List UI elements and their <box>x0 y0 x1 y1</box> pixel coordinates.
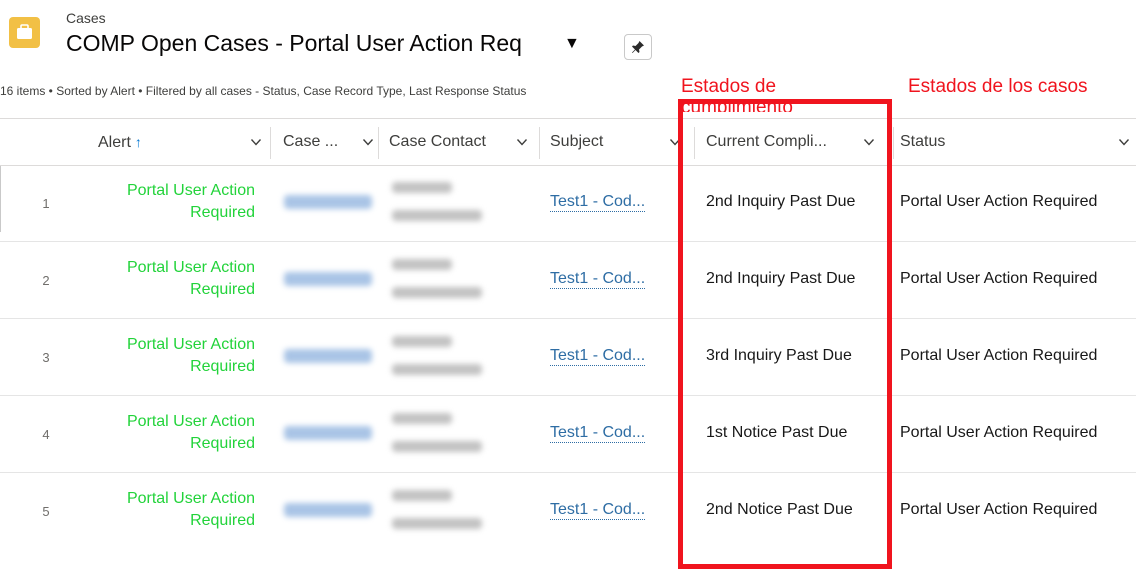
case-number-redacted <box>284 272 372 286</box>
column-header-status[interactable]: Status <box>900 119 1132 166</box>
compliance-state: 1st Notice Past Due <box>706 424 848 441</box>
column-label-alert: Alert <box>98 134 131 151</box>
case-contact-redacted <box>392 182 452 193</box>
case-status: Portal User Action Required <box>900 424 1098 441</box>
column-label-subject: Subject <box>550 133 604 150</box>
table-row[interactable]: 1 Portal User Action Required Test1 - Co… <box>0 165 1136 242</box>
column-label-case-number: Case ... <box>283 133 339 150</box>
alert-badge: Portal User Action Required <box>126 259 255 298</box>
subject-link[interactable]: Test1 - Cod... <box>550 269 646 289</box>
column-divider <box>694 127 695 159</box>
sort-ascending-icon: ↑ <box>134 134 142 150</box>
case-contact-redacted <box>392 336 452 347</box>
list-view-meta: 16 items • Sorted by Alert • Filtered by… <box>0 84 527 98</box>
data-table: Alert ↑ Case ... Case Contact Subject Cur… <box>0 118 1136 550</box>
compliance-state: 2nd Inquiry Past Due <box>706 193 856 210</box>
column-label-current-compliance: Current Compli... <box>706 133 827 150</box>
row-number: 2 <box>42 273 50 288</box>
case-number-redacted <box>284 503 372 517</box>
chevron-down-icon[interactable] <box>250 136 262 148</box>
column-header-subject[interactable]: Subject <box>550 119 685 166</box>
row-number: 5 <box>42 504 50 519</box>
subject-link[interactable]: Test1 - Cod... <box>550 500 646 520</box>
column-label-status: Status <box>900 133 946 150</box>
case-contact-redacted <box>392 259 452 270</box>
case-number-redacted <box>284 426 372 440</box>
table-row[interactable]: 4 Portal User Action Required Test1 - Co… <box>0 396 1136 473</box>
table-row[interactable]: 5 Portal User Action Required Test1 - Co… <box>0 473 1136 550</box>
alert-badge: Portal User Action Required <box>126 490 255 529</box>
column-header-case-number[interactable]: Case ... <box>283 119 375 166</box>
case-number-redacted <box>284 195 372 209</box>
column-divider <box>378 127 379 159</box>
row-number: 1 <box>42 196 50 211</box>
compliance-state: 2nd Notice Past Due <box>706 501 853 518</box>
alert-badge: Portal User Action Required <box>126 413 255 452</box>
pin-button[interactable] <box>624 34 652 60</box>
case-status: Portal User Action Required <box>900 270 1098 287</box>
subject-link[interactable]: Test1 - Cod... <box>550 423 646 443</box>
table-row[interactable]: 3 Portal User Action Required Test1 - Co… <box>0 319 1136 396</box>
case-contact-redacted <box>392 287 482 298</box>
column-divider <box>539 127 540 159</box>
pin-icon <box>632 41 644 53</box>
breadcrumb[interactable]: Cases <box>66 10 106 26</box>
row-number: 4 <box>42 427 50 442</box>
page-title: COMP Open Cases - Portal User Action Req <box>66 30 522 56</box>
case-contact-redacted <box>392 518 482 529</box>
chevron-down-icon[interactable] <box>1118 136 1130 148</box>
case-contact-redacted <box>392 210 482 221</box>
chevron-down-icon[interactable] <box>516 136 528 148</box>
case-status: Portal User Action Required <box>900 193 1098 210</box>
chevron-down-icon[interactable] <box>362 136 374 148</box>
table-header: Alert ↑ Case ... Case Contact Subject Cur… <box>0 118 1136 166</box>
list-view-switcher[interactable]: ▼ <box>564 35 580 53</box>
annotation-status-label: Estados de los casos <box>908 76 1088 97</box>
subject-link[interactable]: Test1 - Cod... <box>550 192 646 212</box>
column-label-case-contact: Case Contact <box>389 133 486 150</box>
column-divider <box>270 127 271 159</box>
case-number-redacted <box>284 349 372 363</box>
case-status: Portal User Action Required <box>900 501 1098 518</box>
case-status: Portal User Action Required <box>900 347 1098 364</box>
compliance-state: 3rd Inquiry Past Due <box>706 347 852 364</box>
case-contact-redacted <box>392 490 452 501</box>
case-contact-redacted <box>392 364 482 375</box>
alert-badge: Portal User Action Required <box>126 336 255 375</box>
table-row[interactable]: 2 Portal User Action Required Test1 - Co… <box>0 242 1136 319</box>
chevron-down-icon[interactable] <box>669 136 681 148</box>
column-header-case-contact[interactable]: Case Contact <box>389 119 534 166</box>
subject-link[interactable]: Test1 - Cod... <box>550 346 646 366</box>
alert-badge: Portal User Action Required <box>126 182 255 221</box>
row-number: 3 <box>42 350 50 365</box>
chevron-down-icon[interactable] <box>863 136 875 148</box>
case-contact-redacted <box>392 413 452 424</box>
column-header-current-compliance[interactable]: Current Compli... <box>706 119 886 166</box>
compliance-state: 2nd Inquiry Past Due <box>706 270 856 287</box>
column-divider <box>893 127 894 159</box>
briefcase-icon <box>9 17 40 48</box>
column-header-alert[interactable]: Alert ↑ <box>98 119 266 166</box>
annotation-compliance-label: Estados de cumplimiento <box>681 76 793 112</box>
case-contact-redacted <box>392 441 482 452</box>
